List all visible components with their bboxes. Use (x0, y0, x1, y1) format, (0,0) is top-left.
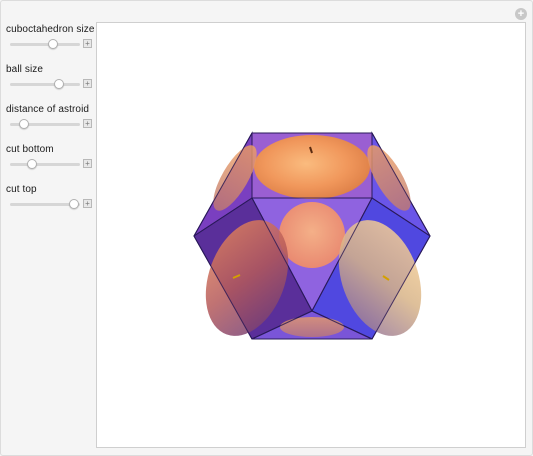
plus-square-icon[interactable]: + (83, 159, 92, 168)
slider-thumb[interactable] (69, 199, 80, 209)
control-label: distance of astroid (6, 104, 90, 115)
control-cut-bottom: cut bottom + (6, 144, 94, 184)
control-label: ball size (6, 64, 44, 75)
ball-top (254, 135, 370, 199)
control-ball-size: ball size + (6, 64, 94, 104)
ball-center (279, 202, 345, 268)
control-label: cuboctahedron size (6, 24, 95, 35)
slider-thumb[interactable] (19, 119, 29, 129)
plus-square-icon[interactable]: + (83, 199, 92, 208)
control-label: cut bottom (6, 144, 54, 155)
plus-square-icon[interactable]: + (83, 79, 92, 88)
slider-thumb[interactable] (54, 79, 64, 89)
plus-circle-icon[interactable]: + (515, 8, 527, 20)
cuboctahedron-graphic (193, 131, 431, 340)
plus-square-icon[interactable]: + (83, 119, 92, 128)
control-cuboctahedron-size: cuboctahedron size + (6, 24, 94, 64)
graphics-3d-view[interactable] (96, 22, 526, 448)
slider-track[interactable] (10, 83, 80, 86)
plus-square-icon[interactable]: + (83, 39, 92, 48)
control-label: cut top (6, 184, 37, 195)
controls-panel: cuboctahedron size + ball size + distanc… (6, 24, 94, 224)
control-distance-of-astroid: distance of astroid + (6, 104, 94, 144)
ball-bottom (280, 317, 344, 337)
slider-thumb[interactable] (27, 159, 38, 169)
slider-thumb[interactable] (48, 39, 59, 49)
control-cut-top: cut top + (6, 184, 94, 224)
slider-track[interactable] (10, 43, 80, 46)
slider-track[interactable] (10, 163, 80, 166)
